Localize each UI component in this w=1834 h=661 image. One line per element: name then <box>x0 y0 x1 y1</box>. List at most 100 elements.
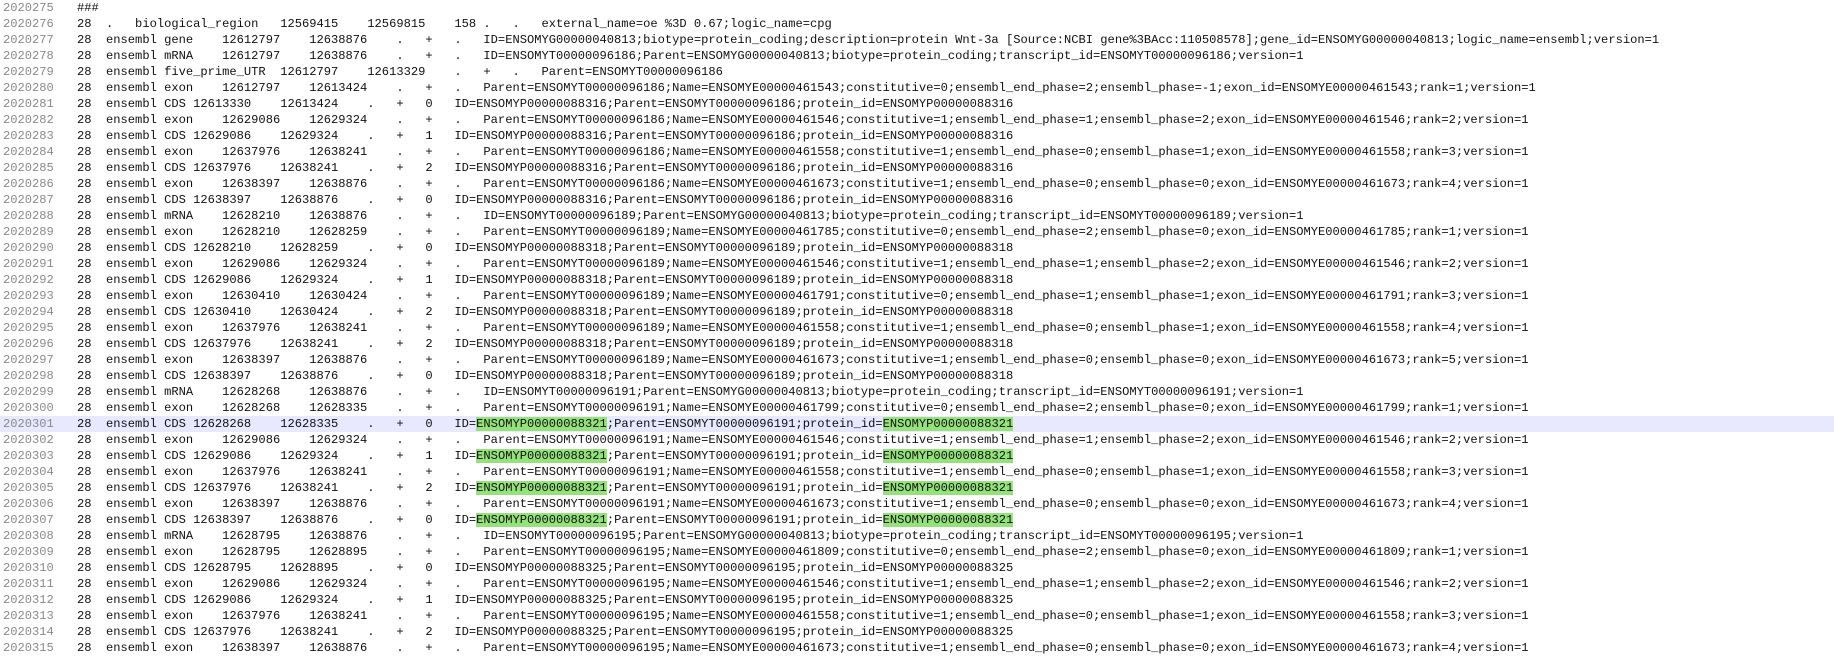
editor-line[interactable]: 2020304 28 ensembl exon 12637976 12638241… <box>0 464 1834 480</box>
editor-line[interactable]: 2020295 28 ensembl exon 12637976 12638241… <box>0 320 1834 336</box>
line-text: 28 ensembl exon 12630410 12630424 . + . … <box>77 289 1529 303</box>
line-text: 28 ensembl five_prime_UTR 12612797 12613… <box>77 65 723 79</box>
line-text: 28 ensembl CDS 12637976 12638241 . + 2 I… <box>77 625 1014 639</box>
line-number: 2020308 <box>3 529 54 543</box>
editor-line[interactable]: 2020312 28 ensembl CDS 12629086 12629324 … <box>0 592 1834 608</box>
line-number: 2020309 <box>3 545 54 559</box>
editor-line[interactable]: 2020310 28 ensembl CDS 12628795 12628895 … <box>0 560 1834 576</box>
line-text: 28 ensembl gene 12612797 12638876 . + . … <box>77 33 1660 47</box>
editor-line[interactable]: 2020293 28 ensembl exon 12630410 12630424… <box>0 288 1834 304</box>
line-number: 2020275 <box>3 1 54 15</box>
editor-line[interactable]: 2020307 28 ensembl CDS 12638397 12638876 … <box>0 512 1834 528</box>
search-match-highlight: ENSOMYP00000088321 <box>882 449 1014 463</box>
editor-line[interactable]: 2020294 28 ensembl CDS 12630410 12630424 … <box>0 304 1834 320</box>
line-text: 28 ensembl CDS 12628795 12628895 . + 0 I… <box>77 561 1014 575</box>
line-number: 2020312 <box>3 593 54 607</box>
line-text: 28 ensembl exon 12638397 12638876 . + . … <box>77 177 1529 191</box>
editor-line[interactable]: 2020276 28 . biological_region 12569415 1… <box>0 16 1834 32</box>
line-number: 2020314 <box>3 625 54 639</box>
line-number: 2020281 <box>3 97 54 111</box>
line-number: 2020297 <box>3 353 54 367</box>
editor-line[interactable]: 2020308 28 ensembl mRNA 12628795 12638876… <box>0 528 1834 544</box>
line-number: 2020292 <box>3 273 54 287</box>
line-number: 2020294 <box>3 305 54 319</box>
line-text: 28 ensembl exon 12629086 12629324 . + . … <box>77 433 1529 447</box>
line-text: 28 ensembl mRNA 12628210 12638876 . + . … <box>77 209 1304 223</box>
line-text: 28 ensembl CDS 12628268 12628335 . + 0 I… <box>77 417 1014 431</box>
line-text: 28 ensembl CDS 12638397 12638876 . + 0 I… <box>77 193 1014 207</box>
line-number: 2020287 <box>3 193 54 207</box>
editor-line[interactable]: 2020297 28 ensembl exon 12638397 12638876… <box>0 352 1834 368</box>
editor-line[interactable]: 2020282 28 ensembl exon 12629086 12629324… <box>0 112 1834 128</box>
line-text: 28 ensembl exon 12637976 12638241 . + . … <box>77 145 1529 159</box>
current-line[interactable]: 2020301 28 ensembl CDS 12628268 12628335 … <box>0 416 1834 432</box>
line-text: 28 ensembl mRNA 12612797 12638876 . + . … <box>77 49 1304 63</box>
line-number: 2020310 <box>3 561 54 575</box>
line-text: 28 ensembl exon 12637976 12638241 . + . … <box>77 465 1529 479</box>
editor-line[interactable]: 2020305 28 ensembl CDS 12637976 12638241 … <box>0 480 1834 496</box>
editor-line[interactable]: 2020311 28 ensembl exon 12629086 12629324… <box>0 576 1834 592</box>
editor-line[interactable]: 2020279 28 ensembl five_prime_UTR 1261279… <box>0 64 1834 80</box>
editor-line[interactable]: 2020285 28 ensembl CDS 12637976 12638241 … <box>0 160 1834 176</box>
line-text: 28 ensembl exon 12638397 12638876 . + . … <box>77 353 1529 367</box>
editor-line[interactable]: 2020289 28 ensembl exon 12628210 12628259… <box>0 224 1834 240</box>
editor-line[interactable]: 2020313 28 ensembl exon 12637976 12638241… <box>0 608 1834 624</box>
line-number: 2020277 <box>3 33 54 47</box>
line-text: 28 ensembl mRNA 12628795 12638876 . + . … <box>77 529 1304 543</box>
line-number: 2020285 <box>3 161 54 175</box>
line-text: 28 ensembl CDS 12629086 12629324 . + 1 I… <box>77 593 1014 607</box>
editor-line[interactable]: 2020281 28 ensembl CDS 12613330 12613424 … <box>0 96 1834 112</box>
search-match-highlight: ENSOMYP00000088321 <box>476 449 607 463</box>
search-match-highlight: ENSOMYP00000088321 <box>476 481 607 495</box>
editor-line[interactable]: 2020303 28 ensembl CDS 12629086 12629324 … <box>0 448 1834 464</box>
editor-line[interactable]: 2020280 28 ensembl exon 12612797 12613424… <box>0 80 1834 96</box>
editor-line[interactable]: 2020286 28 ensembl exon 12638397 12638876… <box>0 176 1834 192</box>
line-number: 2020300 <box>3 401 54 415</box>
line-text: 28 ensembl CDS 12629086 12629324 . + 1 I… <box>77 273 1014 287</box>
editor-line[interactable]: 2020299 28 ensembl mRNA 12628268 12638876… <box>0 384 1834 400</box>
line-number: 2020288 <box>3 209 54 223</box>
line-number: 2020290 <box>3 241 54 255</box>
line-number: 2020289 <box>3 225 54 239</box>
text-editor[interactable]: 2020275 ### 2020276 28 . biological_region … <box>0 0 1834 661</box>
line-number: 2020306 <box>3 497 54 511</box>
editor-line[interactable]: 2020300 28 ensembl exon 12628268 12628335… <box>0 400 1834 416</box>
editor-line[interactable]: 2020288 28 ensembl mRNA 12628210 12638876… <box>0 208 1834 224</box>
editor-line[interactable]: 2020287 28 ensembl CDS 12638397 12638876 … <box>0 192 1834 208</box>
editor-line[interactable]: 2020278 28 ensembl mRNA 12612797 12638876… <box>0 48 1834 64</box>
editor-line[interactable]: 2020292 28 ensembl CDS 12629086 12629324 … <box>0 272 1834 288</box>
line-text: 28 ensembl CDS 12613330 12613424 . + 0 I… <box>77 97 1014 111</box>
line-number: 2020313 <box>3 609 54 623</box>
line-text: 28 ensembl exon 12629086 12629324 . + . … <box>77 113 1529 127</box>
line-text: 28 ensembl CDS 12637976 12638241 . + 2 I… <box>77 337 1014 351</box>
editor-line[interactable]: 2020314 28 ensembl CDS 12637976 12638241 … <box>0 624 1834 640</box>
editor-line[interactable]: 2020275 ### <box>0 0 1834 16</box>
line-text: 28 ensembl CDS 12637976 12638241 . + 2 I… <box>77 161 1014 175</box>
line-text: 28 ensembl exon 12638397 12638876 . + . … <box>77 641 1529 655</box>
line-number: 2020302 <box>3 433 54 447</box>
editor-line[interactable]: 2020296 28 ensembl CDS 12637976 12638241 … <box>0 336 1834 352</box>
line-text: 28 ensembl CDS 12637976 12638241 . + 2 I… <box>77 481 1014 495</box>
line-text: 28 ensembl exon 12637976 12638241 . + . … <box>77 609 1529 623</box>
editor-line[interactable]: 2020306 28 ensembl exon 12638397 12638876… <box>0 496 1834 512</box>
editor-line[interactable]: 2020277 28 ensembl gene 12612797 12638876… <box>0 32 1834 48</box>
editor-line[interactable]: 2020315 28 ensembl exon 12638397 12638876… <box>0 640 1834 656</box>
editor-line[interactable]: 2020284 28 ensembl exon 12637976 12638241… <box>0 144 1834 160</box>
line-number: 2020295 <box>3 321 54 335</box>
line-number: 2020298 <box>3 369 54 383</box>
line-number: 2020315 <box>3 641 54 655</box>
search-match-highlight: ENSOMYP00000088321 <box>476 513 607 527</box>
line-text: 28 ensembl CDS 12629086 12629324 . + 1 I… <box>77 129 1014 143</box>
editor-line[interactable]: 2020291 28 ensembl exon 12629086 12629324… <box>0 256 1834 272</box>
editor-line[interactable]: 2020298 28 ensembl CDS 12638397 12638876 … <box>0 368 1834 384</box>
search-match-highlight: ENSOMYP00000088321 <box>476 417 607 431</box>
line-text: 28 ensembl mRNA 12628268 12638876 . + . … <box>77 385 1304 399</box>
editor-line[interactable]: 2020309 28 ensembl exon 12628795 12628895… <box>0 544 1834 560</box>
editor-line[interactable]: 2020290 28 ensembl CDS 12628210 12628259 … <box>0 240 1834 256</box>
line-text: 28 ensembl CDS 12638397 12638876 . + 0 I… <box>77 513 1014 527</box>
line-number: 2020299 <box>3 385 54 399</box>
editor-line[interactable]: 2020283 28 ensembl CDS 12629086 12629324 … <box>0 128 1834 144</box>
editor-line[interactable]: 2020302 28 ensembl exon 12629086 12629324… <box>0 432 1834 448</box>
line-number: 2020291 <box>3 257 54 271</box>
line-number: 2020307 <box>3 513 54 527</box>
